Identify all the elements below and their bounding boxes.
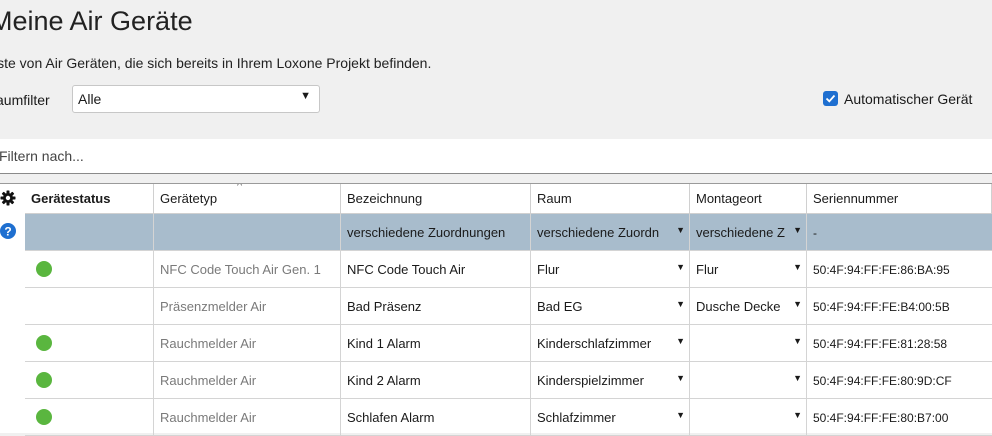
type-cell: Rauchmelder Air bbox=[154, 399, 341, 435]
room-filter-select[interactable]: Alle ▼ bbox=[72, 85, 320, 113]
status-online-icon bbox=[36, 409, 52, 425]
name-cell[interactable]: NFC Code Touch Air bbox=[341, 251, 531, 287]
checkbox-checked-icon bbox=[823, 91, 838, 106]
location-dropdown[interactable]: ▼ bbox=[690, 325, 807, 361]
serial-cell: 50:4F:94:FF:FE:80:9D:CF bbox=[813, 374, 952, 388]
dropdown-arrow-icon: ▼ bbox=[793, 373, 802, 383]
dropdown-arrow-icon: ▼ bbox=[676, 373, 685, 383]
serial-cell: 50:4F:94:FF:FE:80:B7:00 bbox=[813, 411, 949, 425]
serial-cell: 50:4F:94:FF:FE:81:28:58 bbox=[813, 337, 948, 351]
auto-checkbox[interactable]: Automatischer Gerät bbox=[823, 91, 972, 107]
type-cell: Präsenzmelder Air bbox=[154, 288, 341, 324]
status-cell bbox=[25, 288, 154, 324]
dropdown-arrow-icon: ▼ bbox=[793, 410, 802, 420]
room-dropdown[interactable]: Flur ▼ bbox=[531, 251, 690, 287]
column-header-type[interactable]: Gerätetyp ^ bbox=[154, 184, 341, 214]
dropdown-arrow-icon: ▼ bbox=[793, 336, 802, 346]
room-dropdown[interactable]: Schlafzimmer ▼ bbox=[531, 399, 690, 435]
status-cell bbox=[25, 362, 154, 398]
column-header-status[interactable]: Gerätestatus bbox=[25, 184, 154, 214]
status-cell bbox=[25, 325, 154, 361]
name-cell[interactable]: Kind 2 Alarm bbox=[341, 362, 531, 398]
dropdown-arrow-icon: ▼ bbox=[676, 225, 685, 235]
room-dropdown[interactable]: Bad EG ▼ bbox=[531, 288, 690, 324]
status-cell bbox=[25, 251, 154, 287]
location-dropdown[interactable]: Flur ▼ bbox=[690, 251, 807, 287]
table-row[interactable]: Rauchmelder Air Schlafen Alarm Schlafzim… bbox=[25, 399, 992, 436]
svg-text:?: ? bbox=[4, 225, 11, 239]
room-dropdown[interactable]: Kinderspielzimmer ▼ bbox=[531, 362, 690, 398]
column-header-name[interactable]: Bezeichnung bbox=[341, 184, 531, 214]
name-cell[interactable]: verschiedene Zuordnungen bbox=[341, 214, 531, 250]
table-row[interactable]: Rauchmelder Air Kind 1 Alarm Kinderschla… bbox=[25, 325, 992, 362]
device-grid: ? Gerätestatus Gerätetyp ^ Bezeichnung Ra… bbox=[0, 183, 992, 436]
status-online-icon bbox=[36, 372, 52, 388]
location-dropdown[interactable]: verschiedene Z ▼ bbox=[690, 214, 807, 250]
type-cell: Rauchmelder Air bbox=[154, 362, 341, 398]
type-cell: NFC Code Touch Air Gen. 1 bbox=[154, 251, 341, 287]
dropdown-arrow-icon: ▼ bbox=[676, 262, 685, 272]
serial-cell: 50:4F:94:FF:FE:B4:00:5B bbox=[813, 300, 950, 314]
column-header-location[interactable]: Montageort bbox=[690, 184, 807, 214]
name-cell[interactable]: Bad Präsenz bbox=[341, 288, 531, 324]
gear-icon[interactable] bbox=[0, 190, 16, 206]
room-dropdown[interactable]: Kinderschlafzimmer ▼ bbox=[531, 325, 690, 361]
help-icon[interactable]: ? bbox=[0, 223, 16, 239]
column-header-serial[interactable]: Seriennummer bbox=[807, 184, 992, 214]
location-dropdown[interactable]: ▼ bbox=[690, 399, 807, 435]
dropdown-arrow-icon: ▼ bbox=[676, 336, 685, 346]
serial-cell: 50:4F:94:FF:FE:86:BA:95 bbox=[813, 263, 950, 277]
serial-cell: - bbox=[813, 226, 817, 240]
room-filter-label: aumfilter bbox=[0, 92, 50, 108]
table-row[interactable]: Präsenzmelder Air Bad Präsenz Bad EG ▼ Du… bbox=[25, 288, 992, 325]
chevron-down-icon: ▼ bbox=[300, 90, 311, 102]
dropdown-arrow-icon: ▼ bbox=[793, 299, 802, 309]
dropdown-arrow-icon: ▼ bbox=[793, 225, 802, 235]
dropdown-arrow-icon: ▼ bbox=[676, 299, 685, 309]
status-cell bbox=[25, 399, 154, 435]
name-cell[interactable]: Schlafen Alarm bbox=[341, 399, 531, 435]
location-dropdown[interactable]: Dusche Decke ▼ bbox=[690, 288, 807, 324]
grid-sidebar: ? bbox=[0, 184, 25, 433]
status-online-icon bbox=[36, 335, 52, 351]
auto-checkbox-label: Automatischer Gerät bbox=[844, 91, 973, 107]
status-cell bbox=[25, 214, 154, 250]
table-row[interactable]: Rauchmelder Air Kind 2 Alarm Kinderspiel… bbox=[25, 362, 992, 399]
room-filter-value: Alle bbox=[78, 91, 102, 107]
room-dropdown[interactable]: verschiedene Zuordn ▼ bbox=[531, 214, 690, 250]
type-cell: Rauchmelder Air bbox=[154, 325, 341, 361]
type-cell bbox=[154, 214, 341, 250]
filter-input[interactable] bbox=[0, 139, 992, 174]
name-cell[interactable]: Kind 1 Alarm bbox=[341, 325, 531, 361]
column-header-room[interactable]: Raum bbox=[531, 184, 690, 214]
table-row[interactable]: NFC Code Touch Air Gen. 1 NFC Code Touch… bbox=[25, 251, 992, 288]
dropdown-arrow-icon: ▼ bbox=[676, 410, 685, 420]
page-subtitle: iste von Air Geräten, die sich bereits i… bbox=[0, 55, 432, 71]
status-online-icon bbox=[36, 261, 52, 277]
sort-ascending-icon: ^ bbox=[237, 184, 243, 192]
table-row[interactable]: verschiedene Zuordnungen verschiedene Zu… bbox=[25, 214, 992, 251]
page-title: Meine Air Geräte bbox=[0, 6, 193, 36]
location-dropdown[interactable]: ▼ bbox=[690, 362, 807, 398]
dropdown-arrow-icon: ▼ bbox=[793, 262, 802, 272]
